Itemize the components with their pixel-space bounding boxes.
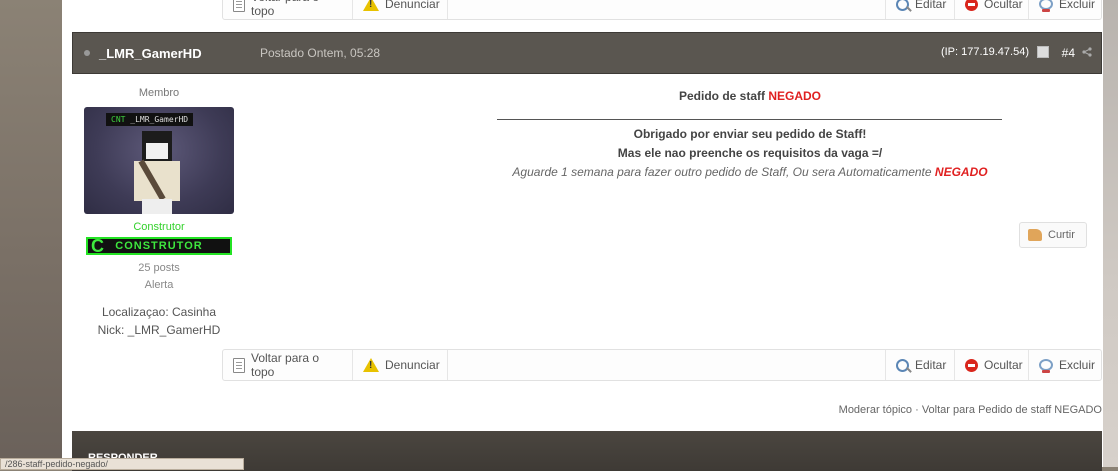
back-to-top-button[interactable]: Voltar para o topo [223,0,353,19]
post-actions-bottom: Voltar para o topo Denunciar Editar Ocul… [222,349,1102,381]
post-line-2: Mas ele nao preenche os requisitos da va… [617,146,883,160]
post-line-3: Aguarde 1 semana para fazer outro pedido… [512,165,988,179]
post-date: Postado Ontem, 05:28 [260,46,381,60]
like-button[interactable]: Curtir [1019,222,1087,248]
post-number[interactable]: #4 [1062,46,1075,60]
user-role: Membro [138,87,180,99]
background-strip [1103,0,1118,467]
share-icon[interactable] [1082,47,1092,57]
report-button[interactable]: Denunciar [353,350,448,380]
browser-status-bar: /286-staff-pedido-negado/ [0,458,244,470]
user-post-count: 25 posts [138,262,180,274]
back-to-top-button[interactable]: Voltar para o topo [223,350,353,380]
edit-button[interactable]: Editar [885,0,955,19]
post-ip: (IP: 177.19.47.54) [940,46,1029,58]
divider [497,119,1002,120]
avatar[interactable]: CNT _LMR_GamerHD [84,107,234,214]
user-rank-title: Construtor [133,221,185,233]
moderate-topic-link[interactable]: Moderar tópico [839,404,912,416]
edit-icon [896,0,909,11]
delete-button[interactable]: Excluir [1028,0,1102,19]
warning-icon [363,0,379,11]
select-post-checkbox[interactable] [1037,46,1049,58]
delete-icon [1039,359,1053,373]
hide-icon [965,358,978,372]
post-title: Pedido de staff NEGADO [678,89,821,103]
edit-icon [896,358,909,372]
post-author[interactable]: _LMR_GamerHD [99,46,202,61]
document-icon [233,0,245,12]
post-actions-top: Voltar para o topo Denunciar Editar Ocul… [222,0,1102,20]
report-button[interactable]: Denunciar [353,0,448,19]
online-status-icon [84,50,90,56]
post-header: _LMR_GamerHD Postado Ontem, 05:28 (IP: 1… [72,32,1102,74]
warning-icon [363,358,379,372]
thumbs-up-icon [1028,229,1042,241]
avatar-tag: CNT _LMR_GamerHD [106,113,194,126]
document-icon [233,357,245,373]
user-nick: Nick: _LMR_GamerHD [97,323,221,337]
user-location: Localizaçao: Casinha [101,305,217,319]
hide-button[interactable]: Ocultar [954,0,1029,19]
topic-links: Moderar tópico · Voltar para Pedido de s… [838,404,1102,416]
user-alert: Alerta [144,279,174,291]
user-rank-badge: C CONSTRUTOR [86,236,232,256]
delete-icon [1039,0,1053,12]
hide-icon [965,0,978,11]
post-line-1: Obrigado por enviar seu pedido de Staff! [633,127,867,141]
back-to-forum-link[interactable]: Voltar para Pedido de staff NEGADO [922,404,1102,416]
edit-button[interactable]: Editar [885,350,955,380]
hide-button[interactable]: Ocultar [954,350,1029,380]
delete-button[interactable]: Excluir [1028,350,1102,380]
